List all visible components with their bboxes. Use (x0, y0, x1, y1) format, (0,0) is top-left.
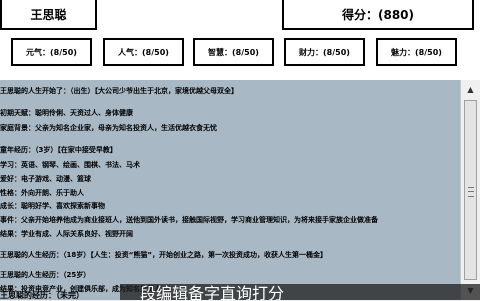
player-name-box: 王思聪 (0, 0, 97, 30)
log-line: 初期天赋：聪明伶俐、天资过人、身体健康 (0, 109, 133, 117)
log-line: 事件：父亲开始培养他成为商业接班人，送他到国外读书，接触国际视野，学习商业管理知… (0, 216, 378, 224)
log-line: 爱好：电子游戏、动漫、篮球 (0, 175, 91, 183)
score-box: 得分：(880) (282, 0, 474, 30)
grip-icon (468, 187, 474, 197)
stat-label: 元气：(8/50) (26, 47, 77, 57)
log-line: 成长：聪明好学、喜欢探索新事物 (0, 202, 105, 210)
log-line: 王思聪的人生开始了：（出生）【大公司少爷出生于北京，家境优越父母双全】 (0, 87, 238, 95)
score-text: 得分：(880) (341, 7, 415, 22)
stat-label: 魅力：(8/50) (391, 47, 442, 57)
stat-label: 智慧：(8/50) (208, 47, 259, 57)
scroll-thumb[interactable] (464, 100, 477, 280)
log-line: 结果：学业有成、人际关系良好、视野开阔 (0, 230, 133, 238)
stat-popularity: 人气：(8/50) (103, 38, 184, 66)
log-line: 家庭背景：父亲为知名企业家，母亲为知名投资人，生活优越衣食无忧 (0, 124, 217, 132)
scroll-up-icon[interactable]: ▲ (462, 81, 479, 98)
top-panel: 王思聪 得分：(880) 元气：(8/50) 人气：(8/50) 智慧：(8/5… (0, 0, 480, 80)
status-text: 王思聪的经历：（未完） (0, 291, 84, 300)
event-log: 王思聪的人生开始了：（出生）【大公司少爷出生于北京，家境优越父母双全】 初期天赋… (0, 80, 460, 300)
log-line: 王思聪的人生经历：（25岁） (0, 271, 91, 279)
stat-wealth: 财力：(8/50) (284, 38, 365, 66)
player-name: 王思聪 (30, 7, 67, 22)
stat-charm: 魅力：(8/50) (376, 38, 457, 66)
stat-label: 人气：(8/50) (118, 47, 169, 57)
log-line: 童年经历：（3岁）【在家中接受早教】 (0, 146, 117, 154)
stat-label: 财力：(8/50) (299, 47, 350, 57)
log-line: 性格：外向开朗、乐于助人 (0, 189, 84, 197)
subtitle-overlay: 段编辑备字直询打分 (120, 284, 480, 300)
log-scrollbar[interactable]: ▲ ▼ (460, 80, 480, 300)
log-line: 学习：英语、钢琴、绘画、围棋、书法、马术 (0, 161, 140, 169)
log-line: 王思聪的人生经历：（18岁）【人生：投资“熊猫”，开始创业之路，第一次投资成功，… (0, 251, 327, 259)
stat-vitality: 元气：(8/50) (11, 38, 92, 66)
stat-wisdom: 智慧：(8/50) (193, 38, 274, 66)
